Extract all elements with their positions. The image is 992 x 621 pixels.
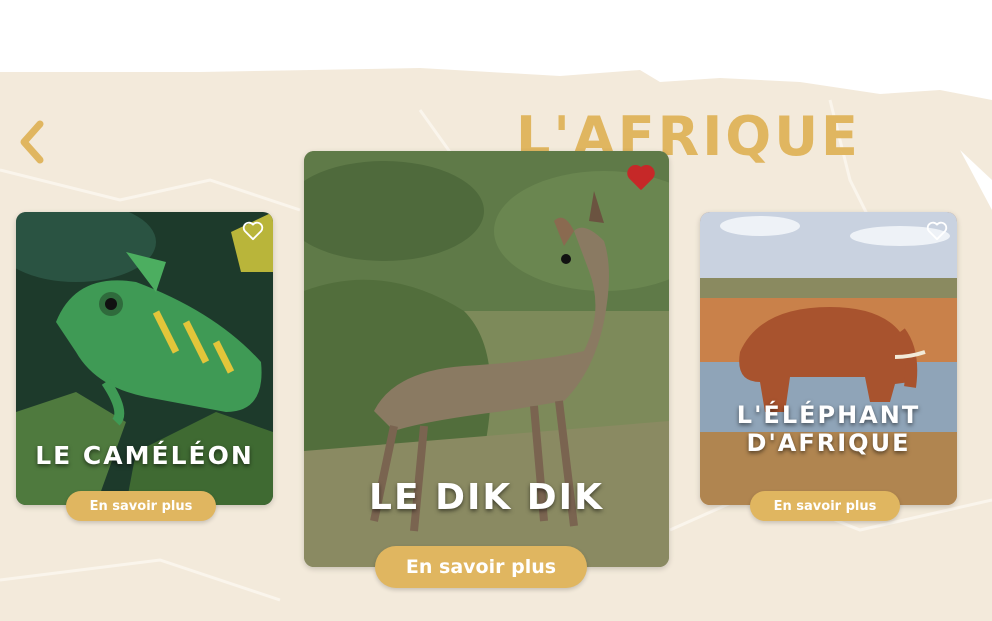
heart-filled-icon[interactable] (626, 164, 656, 191)
animal-card-cameleon[interactable]: LE CAMÉLÉON (16, 212, 273, 505)
animal-name: LE DIK DIK (369, 477, 604, 518)
animal-name: L'ÉLÉPHANT D'AFRIQUE (736, 401, 921, 457)
heart-outline-icon[interactable] (242, 221, 264, 241)
animal-name: LE CAMÉLÉON (35, 441, 254, 470)
animal-card-elephant[interactable]: L'ÉLÉPHANT D'AFRIQUE (700, 212, 957, 505)
animal-card-dik-dik[interactable]: LE DIK DIK (304, 151, 669, 567)
elephant-photo (700, 212, 957, 505)
learn-more-button[interactable]: En savoir plus (750, 491, 900, 521)
heart-outline-icon[interactable] (926, 221, 948, 241)
chevron-left-icon[interactable] (14, 118, 50, 166)
learn-more-button[interactable]: En savoir plus (375, 546, 587, 588)
learn-more-button[interactable]: En savoir plus (66, 491, 216, 521)
